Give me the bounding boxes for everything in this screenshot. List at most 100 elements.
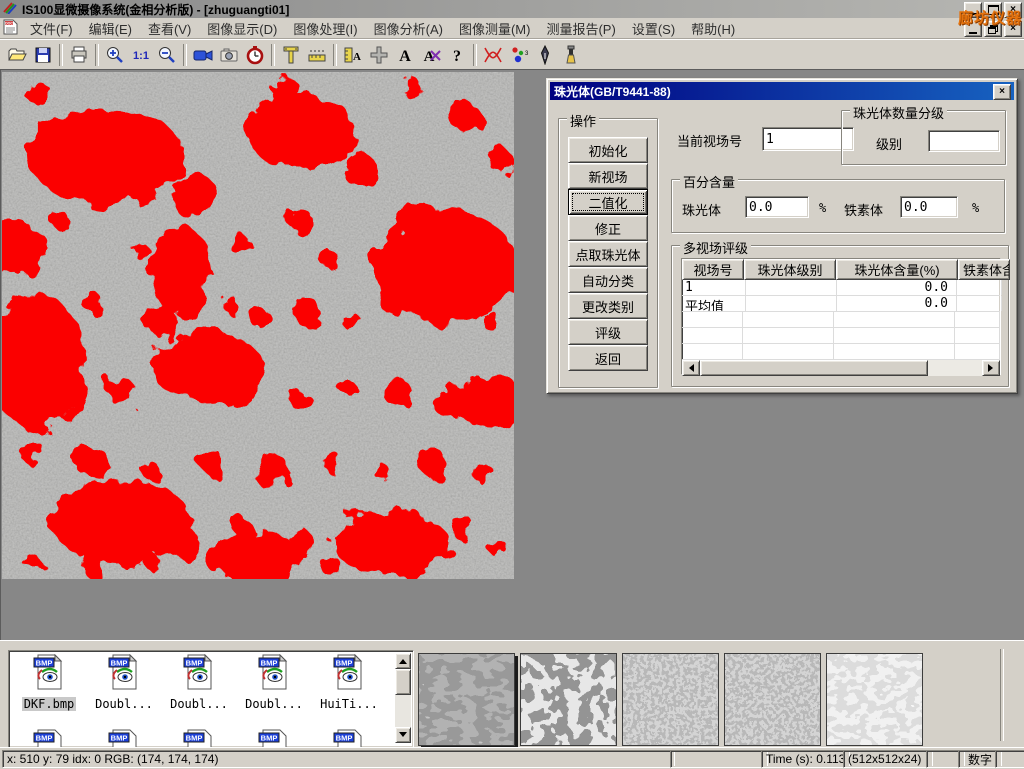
thumbnail-3[interactable] — [622, 653, 719, 746]
status-image-size: (512x512x24) — [843, 750, 933, 768]
svg-text:BMP: BMP — [111, 658, 128, 667]
new-field-button[interactable]: 新视场 — [568, 163, 648, 189]
scroll-right-icon[interactable] — [982, 360, 1000, 376]
grade-group-label: 珠光体数量分级 — [850, 103, 947, 122]
move-icon[interactable] — [366, 42, 392, 67]
timer-icon[interactable] — [242, 42, 268, 67]
file-item[interactable]: BMP Doubl... — [238, 654, 310, 713]
svg-text:A: A — [353, 51, 361, 63]
menu-help[interactable]: 帮助(H) — [683, 19, 743, 38]
pearlite-dialog: 珠光体(GB/T9441-88) × 操作 初始化 新视场 二值化 修正 点取珠… — [546, 78, 1018, 394]
file-item-partial[interactable]: BMP — [313, 729, 385, 748]
file-name[interactable]: HuiTi... — [318, 697, 380, 711]
menu-image-analysis[interactable]: 图像分析(A) — [366, 19, 451, 38]
menu-image-process[interactable]: 图像处理(I) — [285, 19, 365, 38]
file-item[interactable]: BMP HuiTi... — [313, 654, 385, 713]
menu-image-measure[interactable]: 图像测量(M) — [451, 19, 539, 38]
pick-pearlite-button[interactable]: 点取珠光体 — [568, 241, 648, 267]
vertical-scrollbar[interactable] — [395, 653, 411, 743]
ferrite-input[interactable] — [900, 196, 958, 218]
rate-button[interactable]: 评级 — [568, 319, 648, 345]
open-folder-icon[interactable] — [4, 42, 30, 67]
header-pearlite-content[interactable]: 珠光体含量(%) — [836, 259, 958, 280]
toolbar-separator — [271, 44, 275, 66]
multi-field-group: 多视场评级 视场号 珠光体级别 珠光体含量(%) 铁素体含量(%) 1 0.0 … — [671, 245, 1009, 387]
scroll-left-icon[interactable] — [682, 360, 700, 376]
file-name[interactable]: Doubl... — [93, 697, 155, 711]
menu-report[interactable]: 测量报告(P) — [538, 19, 623, 38]
dialog-close-icon[interactable]: × — [993, 84, 1011, 100]
menu-view[interactable]: 查看(V) — [140, 19, 199, 38]
file-browser[interactable]: BMP DKF.bmp BMP Doubl... — [8, 650, 414, 748]
video-camera-icon[interactable] — [190, 42, 216, 67]
save-icon[interactable] — [30, 42, 56, 67]
scrollbar-track[interactable] — [928, 360, 982, 376]
multi-field-group-label: 多视场评级 — [680, 238, 751, 257]
file-item-partial[interactable]: BMP — [238, 729, 310, 748]
rating-table[interactable]: 视场号 珠光体级别 珠光体含量(%) 铁素体含量(%) 1 0.0 平均值 0.… — [681, 258, 1001, 375]
header-pearlite-grade[interactable]: 珠光体级别 — [744, 259, 836, 280]
scrollbar-thumb[interactable] — [700, 360, 928, 376]
menu-settings[interactable]: 设置(S) — [624, 19, 683, 38]
correct-button[interactable]: 修正 — [568, 215, 648, 241]
binarize-button[interactable]: 二值化 — [568, 189, 648, 215]
dialog-title-bar[interactable]: 珠光体(GB/T9441-88) × — [550, 82, 1014, 100]
file-item[interactable]: BMP DKF.bmp — [13, 654, 85, 713]
thumbnail-2[interactable] — [520, 653, 617, 746]
pen-icon[interactable] — [532, 42, 558, 67]
file-item-partial[interactable]: BMP — [13, 729, 85, 748]
svg-text:BMP: BMP — [111, 733, 128, 742]
panel-divider — [1000, 649, 1004, 741]
measure-text-icon[interactable]: A — [340, 42, 366, 67]
header-field-no[interactable]: 视场号 — [682, 259, 744, 280]
file-name[interactable]: Doubl... — [168, 697, 230, 711]
caliper-icon[interactable] — [278, 42, 304, 67]
scroll-up-icon[interactable] — [395, 653, 411, 669]
header-ferrite-content[interactable]: 铁素体含量(%) — [958, 259, 1010, 280]
svg-text:1:1: 1:1 — [133, 50, 149, 62]
bmp-file-icon: BMP — [258, 654, 290, 690]
document-icon[interactable]: DOC — [3, 19, 18, 38]
svg-text:A: A — [399, 48, 411, 65]
file-name[interactable]: Doubl... — [243, 697, 305, 711]
menu-file[interactable]: 文件(F) — [22, 19, 81, 38]
change-class-button[interactable]: 更改类别 — [568, 293, 648, 319]
title-bar: IS100显微摄像系统(金相分析版) - [zhuguangti01] × — [0, 0, 1024, 18]
thumbnail-5[interactable] — [826, 653, 923, 746]
text-style-icon[interactable]: A — [418, 42, 444, 67]
file-item-partial[interactable]: BMP — [163, 729, 235, 748]
file-item[interactable]: BMP Doubl... — [163, 654, 235, 713]
menu-image-display[interactable]: 图像显示(D) — [199, 19, 285, 38]
file-item[interactable]: BMP Doubl... — [88, 654, 160, 713]
camera-icon[interactable] — [216, 42, 242, 67]
auto-classify-button[interactable]: 自动分类 — [568, 267, 648, 293]
thumbnail-1[interactable] — [418, 653, 515, 746]
file-name[interactable]: DKF.bmp — [22, 697, 77, 711]
text-icon[interactable]: A — [392, 42, 418, 67]
init-button[interactable]: 初始化 — [568, 137, 648, 163]
horizontal-scrollbar[interactable] — [682, 360, 1000, 376]
metallographic-image[interactable] — [2, 72, 514, 579]
ruler-icon[interactable] — [304, 42, 330, 67]
zoom-out-icon[interactable] — [154, 42, 180, 67]
pearlite-input[interactable] — [745, 196, 809, 218]
particle-classify-icon[interactable]: 3 — [506, 42, 532, 67]
watermark: 廊坊仪器 — [958, 7, 1022, 28]
brush-icon[interactable] — [558, 42, 584, 67]
actual-size-icon[interactable]: 1:1 — [128, 42, 154, 67]
menu-edit[interactable]: 编辑(E) — [81, 19, 140, 38]
file-item-partial[interactable]: BMP — [88, 729, 160, 748]
print-icon[interactable] — [66, 42, 92, 67]
grade-input[interactable] — [928, 130, 1000, 152]
curve-tool-icon[interactable] — [480, 42, 506, 67]
svg-text:BMP: BMP — [261, 658, 278, 667]
scrollbar-thumb[interactable] — [395, 669, 411, 695]
return-button[interactable]: 返回 — [568, 345, 648, 371]
zoom-in-icon[interactable] — [102, 42, 128, 67]
table-row[interactable]: 平均值 0.0 — [682, 296, 1000, 312]
svg-text:BMP: BMP — [261, 733, 278, 742]
table-row[interactable]: 1 0.0 — [682, 280, 1000, 296]
help-icon[interactable]: ? — [444, 42, 470, 67]
scroll-down-icon[interactable] — [395, 727, 411, 743]
thumbnail-4[interactable] — [724, 653, 821, 746]
